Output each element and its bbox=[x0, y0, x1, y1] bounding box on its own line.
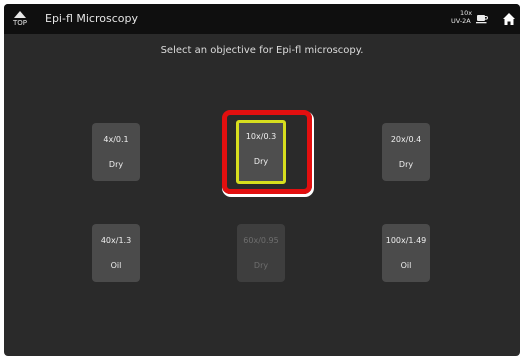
objective-button-4x[interactable]: 4x/0.1 Dry bbox=[92, 123, 140, 181]
home-icon[interactable] bbox=[502, 12, 516, 26]
objective-spec: 40x/1.3 bbox=[100, 236, 132, 245]
objective-spec: 4x/0.1 bbox=[103, 135, 129, 144]
page-title: Epi-fl Microscopy bbox=[45, 12, 138, 25]
cup-icon[interactable] bbox=[476, 13, 488, 25]
objective-medium: Oil bbox=[400, 261, 412, 270]
header-bar: TOP Epi-fl Microscopy 10x UV-2A bbox=[4, 4, 520, 34]
top-button[interactable]: TOP bbox=[8, 7, 32, 31]
objective-button-20x[interactable]: 20x/0.4 Dry bbox=[382, 123, 430, 181]
current-filter-cube: UV-2A bbox=[451, 17, 471, 25]
instruction-text: Select an objective for Epi-fl microscop… bbox=[160, 45, 364, 56]
objective-button-40x[interactable]: 40x/1.3 Oil bbox=[92, 224, 140, 282]
objective-spec: 100x/1.49 bbox=[385, 236, 427, 245]
objective-medium: Oil bbox=[110, 261, 122, 270]
up-arrow-icon bbox=[14, 11, 26, 18]
objective-button-10x[interactable]: 10x/0.3 Dry bbox=[236, 120, 286, 184]
objective-spec: 10x/0.3 bbox=[245, 132, 277, 141]
objective-medium: Dry bbox=[398, 160, 414, 169]
current-objective-indicator: 10x UV-2A bbox=[451, 9, 475, 31]
objective-button-60x: 60x/0.95 Dry bbox=[237, 224, 285, 282]
top-label: TOP bbox=[12, 19, 27, 27]
app-screen: TOP Epi-fl Microscopy 10x UV-2A Select a… bbox=[4, 4, 520, 356]
window-frame: TOP Epi-fl Microscopy 10x UV-2A Select a… bbox=[0, 0, 524, 361]
objective-spec: 60x/0.95 bbox=[243, 236, 279, 245]
objective-spec: 20x/0.4 bbox=[390, 135, 422, 144]
objective-medium: Dry bbox=[108, 160, 124, 169]
objective-button-100x[interactable]: 100x/1.49 Oil bbox=[382, 224, 430, 282]
objective-medium: Dry bbox=[253, 261, 269, 270]
current-magnification: 10x bbox=[460, 9, 473, 17]
objective-medium: Dry bbox=[253, 157, 269, 166]
